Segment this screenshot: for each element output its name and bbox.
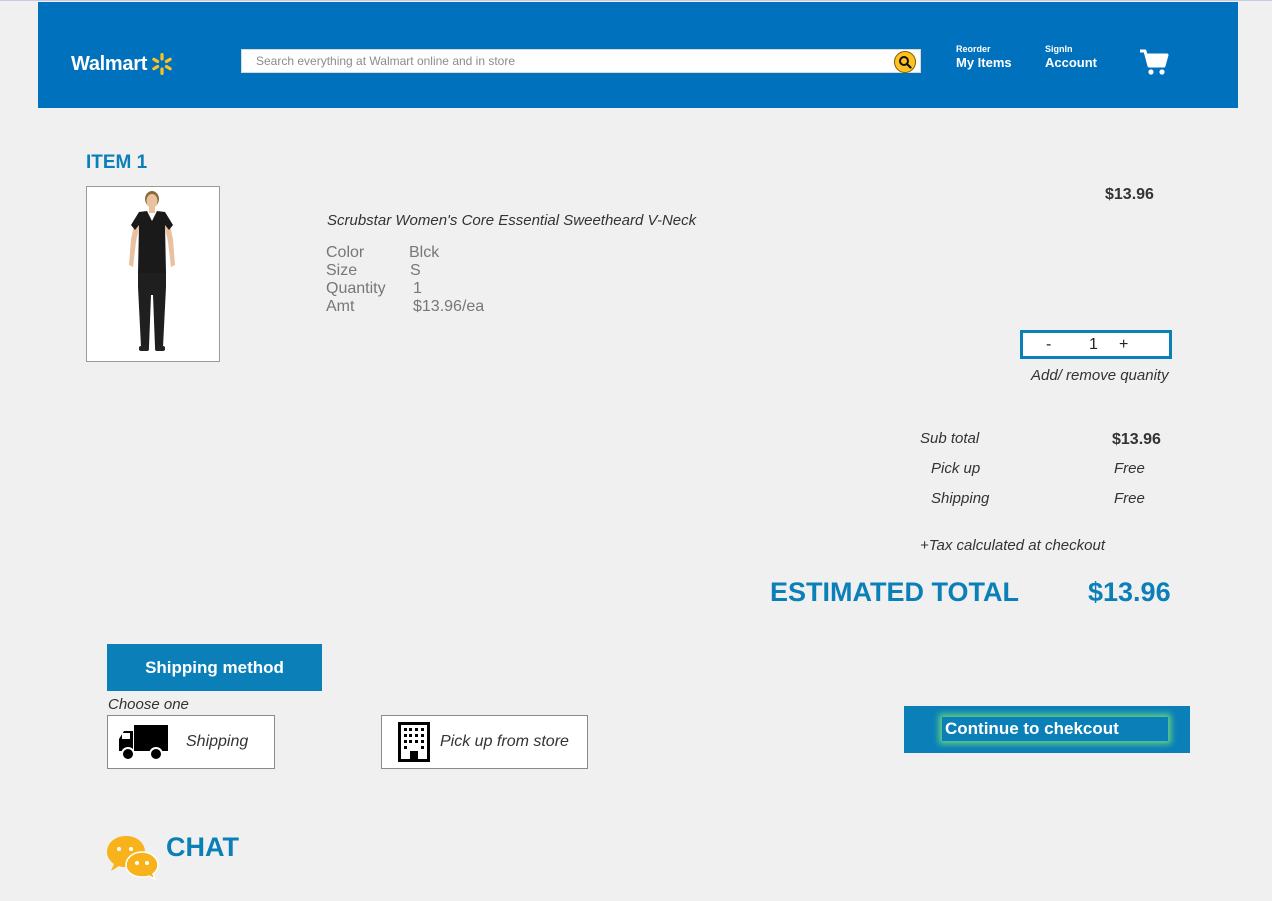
pickup-label: Pick up bbox=[931, 460, 981, 477]
search-bar bbox=[241, 49, 921, 73]
logo-text: Walmart bbox=[71, 52, 148, 75]
attr-label-color: Color bbox=[326, 244, 365, 261]
product-image[interactable] bbox=[86, 186, 220, 362]
site-header: Walmart Reorder My Items SignIn Account bbox=[38, 2, 1238, 108]
search-icon bbox=[899, 56, 912, 69]
chat-label: CHAT bbox=[166, 831, 239, 862]
continue-to-checkout-button[interactable]: Continue to chekcout bbox=[904, 706, 1190, 753]
pickup-option-label: Pick up from store bbox=[440, 733, 569, 750]
reorder-small-label: Reorder bbox=[956, 44, 991, 54]
estimated-total-value: $13.96 bbox=[1088, 577, 1171, 607]
cart-icon bbox=[1140, 49, 1169, 75]
walmart-logo[interactable]: Walmart bbox=[71, 52, 174, 76]
quantity-decrease-button[interactable]: - bbox=[1046, 336, 1051, 354]
top-border bbox=[0, 0, 1272, 1]
attr-label-amt: Amt bbox=[326, 298, 355, 315]
building-icon bbox=[398, 722, 430, 762]
quantity-stepper: - 1 + bbox=[1020, 330, 1172, 359]
shipping-method-button[interactable]: Shipping method bbox=[107, 644, 322, 691]
subtotal-value: $13.96 bbox=[1112, 431, 1161, 448]
search-button[interactable] bbox=[894, 51, 916, 73]
product-name[interactable]: Scrubstar Women's Core Essential Sweethe… bbox=[327, 212, 696, 229]
reorder-link[interactable]: Reorder My Items bbox=[956, 44, 1012, 71]
quantity-increase-button[interactable]: + bbox=[1119, 336, 1128, 354]
choose-one-label: Choose one bbox=[108, 696, 189, 713]
attr-label-quantity: Quantity bbox=[326, 280, 386, 297]
attr-value-amt: $13.96/ea bbox=[413, 298, 485, 315]
account-link[interactable]: SignIn Account bbox=[1045, 44, 1097, 71]
search-input[interactable] bbox=[242, 50, 876, 72]
checkout-label: Continue to chekcout bbox=[945, 719, 1119, 738]
estimated-total-label: ESTIMATED TOTAL bbox=[770, 577, 1019, 607]
product-photo bbox=[129, 191, 175, 351]
shipping-option-label: Shipping bbox=[186, 733, 249, 750]
account-label: Account bbox=[1045, 55, 1097, 70]
item-title: ITEM 1 bbox=[86, 152, 148, 173]
item-price: $13.96 bbox=[1105, 186, 1154, 203]
attr-value-color: Blck bbox=[409, 244, 440, 261]
my-items-label: My Items bbox=[956, 55, 1012, 70]
shipping-label: Shipping bbox=[931, 490, 990, 507]
pickup-value: Free bbox=[1114, 460, 1145, 477]
shipping-value: Free bbox=[1114, 490, 1145, 507]
spark-icon bbox=[152, 53, 172, 75]
quantity-hint: Add/ remove quanity bbox=[1031, 367, 1169, 384]
cart-button[interactable] bbox=[1139, 48, 1169, 81]
signin-small-label: SignIn bbox=[1045, 44, 1073, 54]
pickup-option[interactable]: Pick up from store bbox=[381, 715, 588, 769]
attr-value-quantity: 1 bbox=[413, 280, 422, 297]
attr-label-size: Size bbox=[326, 262, 358, 279]
chat-bubbles-icon bbox=[107, 836, 159, 880]
attr-value-size: S bbox=[410, 262, 421, 279]
truck-icon bbox=[119, 725, 168, 761]
subtotal-label: Sub total bbox=[920, 430, 980, 447]
shipping-option[interactable]: Shipping bbox=[107, 715, 275, 769]
chat-link[interactable]: CHAT bbox=[106, 831, 239, 880]
quantity-value[interactable]: 1 bbox=[1089, 336, 1098, 354]
tax-note: +Tax calculated at checkout bbox=[920, 537, 1105, 554]
